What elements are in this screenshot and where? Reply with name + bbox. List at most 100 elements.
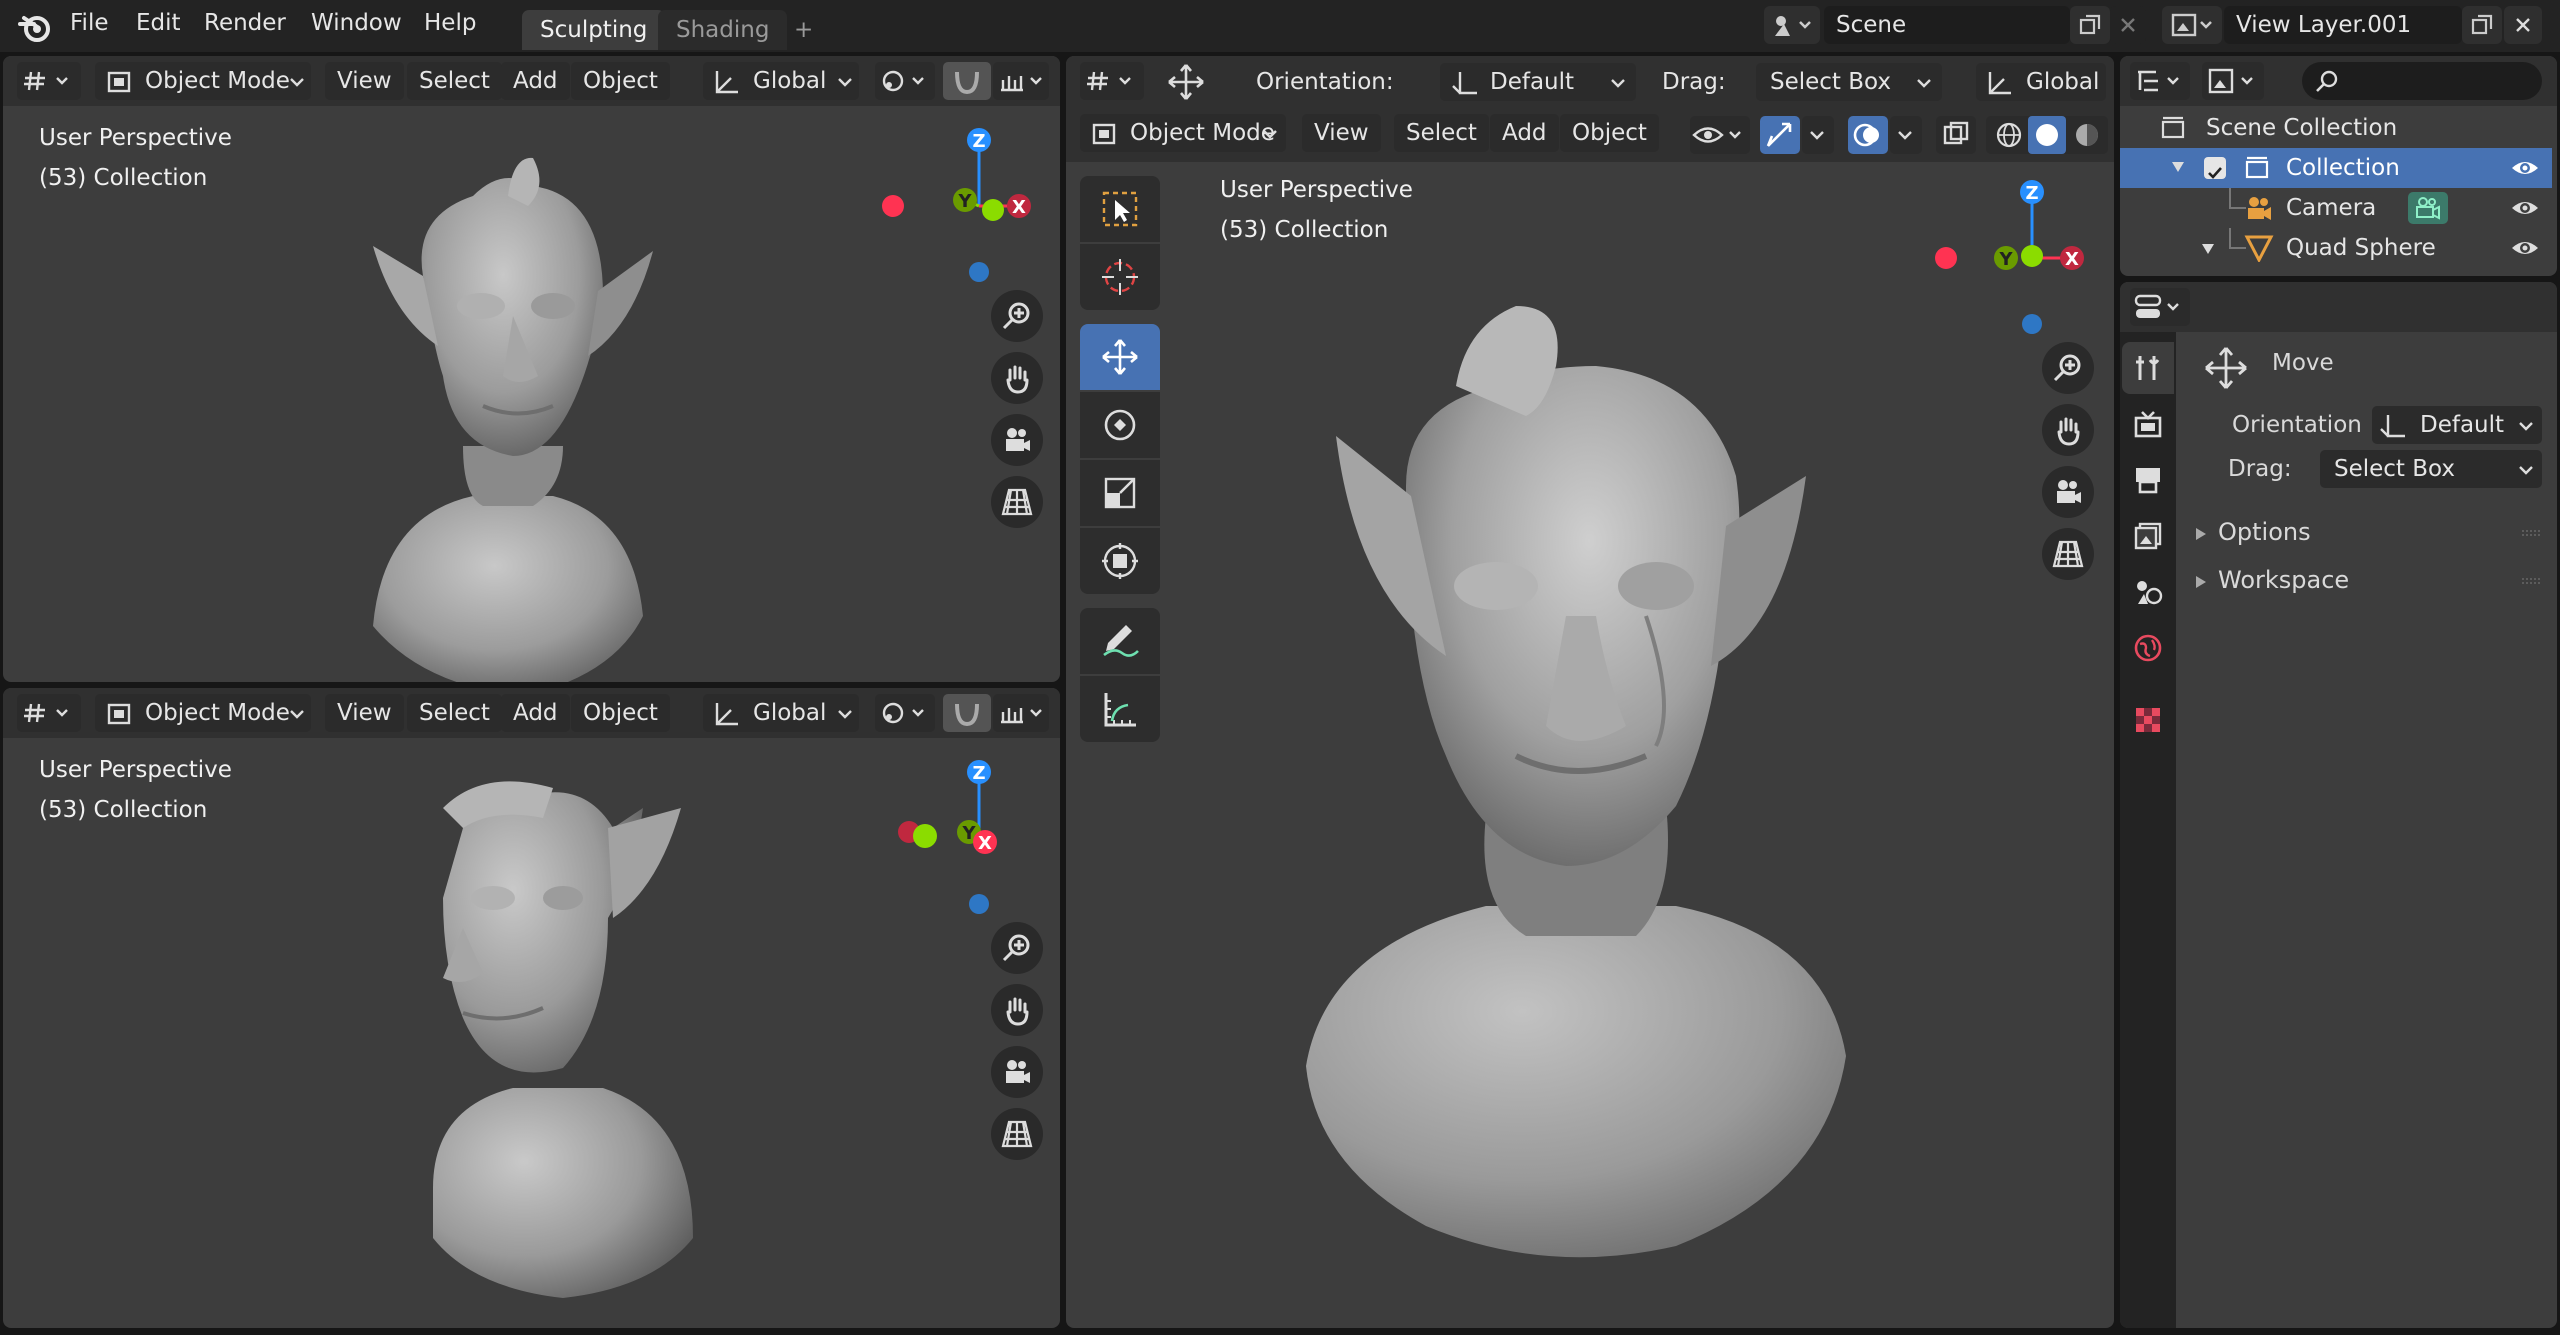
- pan-button[interactable]: [2042, 404, 2094, 456]
- menu-add[interactable]: Add: [501, 694, 570, 732]
- new-view-layer-button[interactable]: [2462, 6, 2502, 44]
- outliner-search-input[interactable]: [2302, 62, 2542, 100]
- menu-view[interactable]: View: [325, 62, 404, 100]
- menu-file[interactable]: File: [70, 10, 109, 36]
- exclude-checkbox[interactable]: [2204, 157, 2226, 179]
- delete-view-layer-button[interactable]: [2504, 6, 2542, 44]
- menu-object[interactable]: Object: [571, 62, 670, 100]
- viewport-bottom-left[interactable]: Object Mode View Select Add Object Globa…: [3, 688, 1060, 1328]
- tab-texture[interactable]: [2122, 694, 2174, 746]
- menu-select[interactable]: Select: [407, 694, 502, 732]
- add-workspace-button[interactable]: +: [784, 10, 823, 50]
- menu-render[interactable]: Render: [204, 10, 286, 36]
- zoom-button[interactable]: [2042, 342, 2094, 394]
- menu-add[interactable]: Add: [501, 62, 570, 100]
- workspace-panel-header[interactable]: Workspace: [2194, 562, 2554, 602]
- outliner-item-quad-sphere[interactable]: Quad Sphere: [2120, 228, 2552, 268]
- editor-type-button[interactable]: [2130, 288, 2190, 326]
- move-tool[interactable]: [1080, 324, 1160, 390]
- drag-dropdown[interactable]: Select Box: [2320, 450, 2542, 488]
- tab-world[interactable]: [2122, 622, 2174, 674]
- camera-view-button[interactable]: [991, 1046, 1043, 1098]
- tab-tool[interactable]: [2122, 342, 2174, 394]
- scale-tool[interactable]: [1080, 460, 1160, 526]
- menu-edit[interactable]: Edit: [136, 10, 181, 36]
- tab-output[interactable]: [2122, 454, 2174, 506]
- perspective-toggle-button[interactable]: [991, 1108, 1043, 1160]
- view-layer-browse-button[interactable]: [2162, 6, 2222, 44]
- pivot-point-button[interactable]: [875, 694, 935, 732]
- camera-data-button[interactable]: [2408, 192, 2448, 224]
- snap-toggle[interactable]: [943, 62, 991, 100]
- visibility-dropdown[interactable]: [1690, 116, 1750, 154]
- sculpt-bust-model[interactable]: [403, 768, 703, 1308]
- tab-shading[interactable]: Shading: [658, 10, 788, 50]
- snap-toggle[interactable]: [943, 694, 991, 732]
- snap-target-button[interactable]: [993, 694, 1049, 732]
- disclosure-triangle-icon[interactable]: [2170, 160, 2186, 174]
- menu-view[interactable]: View: [1302, 114, 1381, 152]
- drag-handle-icon[interactable]: [2520, 576, 2544, 586]
- eye-icon[interactable]: [2510, 156, 2540, 180]
- gizmo-dropdown[interactable]: [1802, 116, 1834, 154]
- navigation-gizmo[interactable]: Z Y X: [873, 758, 1053, 928]
- measure-tool[interactable]: [1080, 676, 1160, 742]
- drag-dropdown[interactable]: Select Box: [1756, 63, 1942, 101]
- view-layer-name-field[interactable]: View Layer.001: [2224, 6, 2462, 44]
- menu-view[interactable]: View: [325, 694, 404, 732]
- overlay-dropdown[interactable]: [1890, 116, 1922, 154]
- annotate-tool[interactable]: [1080, 608, 1160, 674]
- menu-help[interactable]: Help: [424, 10, 476, 36]
- cursor-tool[interactable]: [1080, 244, 1160, 310]
- menu-window[interactable]: Window: [311, 10, 402, 36]
- gizmo-toggle[interactable]: [1760, 116, 1800, 154]
- material-shading-icon[interactable]: [2068, 116, 2106, 154]
- eye-icon[interactable]: [2510, 196, 2540, 220]
- editor-type-button[interactable]: [17, 62, 81, 100]
- navigation-gizmo[interactable]: Z X Y: [1926, 178, 2106, 348]
- menu-object[interactable]: Object: [1560, 114, 1659, 152]
- delete-scene-button[interactable]: [2110, 6, 2146, 44]
- perspective-toggle-button[interactable]: [991, 476, 1043, 528]
- outliner-item-camera[interactable]: Camera: [2120, 188, 2552, 228]
- scene-browse-button[interactable]: [1764, 6, 1820, 44]
- editor-type-button[interactable]: [17, 694, 81, 732]
- camera-view-button[interactable]: [991, 414, 1043, 466]
- menu-add[interactable]: Add: [1490, 114, 1559, 152]
- tab-view-layer[interactable]: [2122, 510, 2174, 562]
- viewport-main[interactable]: Orientation: Default Drag: Select Box Gl…: [1066, 56, 2114, 1328]
- menu-select[interactable]: Select: [407, 62, 502, 100]
- camera-view-button[interactable]: [2042, 466, 2094, 518]
- select-box-tool[interactable]: [1080, 176, 1160, 242]
- blender-logo-icon[interactable]: [18, 10, 52, 44]
- drag-handle-icon[interactable]: [2520, 528, 2544, 538]
- pan-button[interactable]: [991, 352, 1043, 404]
- options-panel-header[interactable]: Options: [2194, 514, 2554, 554]
- outliner-scene-collection[interactable]: Scene Collection: [2120, 108, 2552, 148]
- tab-render[interactable]: [2122, 398, 2174, 450]
- zoom-button[interactable]: [991, 290, 1043, 342]
- viewport-top-left[interactable]: Object Mode View Select Add Object Globa…: [3, 56, 1060, 682]
- solid-shading-button[interactable]: [2028, 116, 2066, 154]
- new-scene-button[interactable]: [2070, 6, 2110, 44]
- snap-target-button[interactable]: [993, 62, 1049, 100]
- menu-select[interactable]: Select: [1394, 114, 1489, 152]
- editor-type-button[interactable]: [2130, 62, 2190, 100]
- navigation-gizmo[interactable]: Z X Y: [873, 126, 1053, 296]
- scene-name-field[interactable]: Scene: [1824, 6, 2070, 44]
- display-mode-button[interactable]: [2202, 62, 2264, 100]
- pivot-point-button[interactable]: [875, 62, 935, 100]
- sculpt-bust-model[interactable]: [1296, 286, 1856, 1286]
- perspective-toggle-button[interactable]: [2042, 528, 2094, 580]
- disclosure-triangle-icon[interactable]: [2200, 242, 2216, 256]
- editor-type-button[interactable]: [1080, 62, 1144, 100]
- sculpt-bust-model[interactable]: [363, 156, 663, 682]
- wireframe-shading-icon[interactable]: [1990, 116, 2028, 154]
- pan-button[interactable]: [991, 984, 1043, 1036]
- eye-icon[interactable]: [2510, 236, 2540, 260]
- outliner-item-collection[interactable]: Collection: [2120, 148, 2552, 188]
- overlay-toggle[interactable]: [1848, 116, 1888, 154]
- rotate-tool[interactable]: [1080, 392, 1160, 458]
- xray-toggle[interactable]: [1936, 116, 1976, 154]
- transform-tool[interactable]: [1080, 528, 1160, 594]
